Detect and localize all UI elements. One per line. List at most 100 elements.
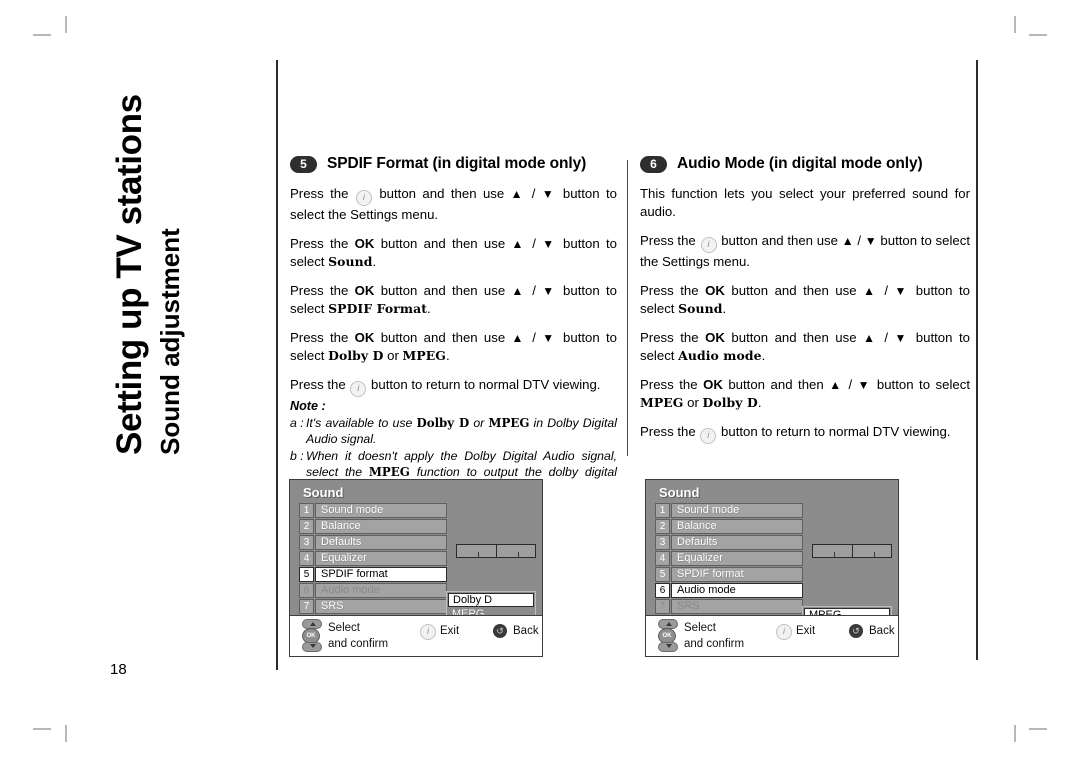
osd-menu-item[interactable]: 6 Audio mode — [299, 583, 447, 598]
section-badge-6: 6 — [640, 155, 667, 173]
osd-menu-item-label: Balance — [315, 519, 447, 534]
footer-select-text: Select — [328, 622, 360, 634]
osd-menu-item-number: 2 — [299, 519, 314, 534]
content-left-rule — [276, 60, 278, 670]
note-item: a : It's available to use Dolby D or MPEG… — [290, 415, 617, 448]
instruction-paragraph: Press the i button and then use ▲ / ▼ bu… — [290, 186, 617, 222]
osd-right-level-slider — [812, 544, 892, 558]
osd-menu-item[interactable]: 6 Audio mode — [655, 583, 803, 598]
footer-select-text: Select — [684, 622, 716, 634]
slider-segment-left — [813, 545, 853, 557]
osd-menu-item-number: 3 — [299, 535, 314, 550]
osd-menu-item-label: Audio mode — [315, 583, 447, 598]
osd-right-footer-back: Back — [869, 625, 895, 637]
osd-menu-item-label: Defaults — [671, 535, 803, 550]
info-icon: i — [420, 624, 436, 640]
osd-menu-item-number: 6 — [299, 583, 314, 598]
osd-menu-item[interactable]: 5 SPDIF format — [299, 567, 447, 582]
osd-menu-item-number: 7 — [655, 599, 670, 614]
osd-menu-item[interactable]: 3 Defaults — [655, 535, 803, 550]
osd-right-menu-list: 1 Sound mode 2 Balance 3 Defaults 4 Equalizer 5 S… — [655, 503, 803, 631]
osd-menu-item[interactable]: 4 Equalizer — [299, 551, 447, 566]
footer-confirm-text: and confirm — [684, 637, 745, 650]
instruction-paragraph: Press the OK button and then use ▲ / ▼ b… — [290, 282, 617, 316]
osd-menu-item-label: SPDIF format — [315, 567, 447, 582]
chapter-subtitle: Sound adjustment — [155, 228, 186, 455]
osd-menu-item[interactable]: 7 SRS — [299, 599, 447, 614]
info-icon: i — [776, 624, 792, 640]
osd-menu-item-number: 1 — [299, 503, 314, 518]
osd-menu-item-number: 4 — [655, 551, 670, 566]
section-spdif-format: 5 SPDIF Format (in digital mode only) Pr… — [290, 155, 617, 497]
osd-right-body: 1 Sound mode 2 Balance 3 Defaults 4 Equalizer 5 S… — [646, 503, 898, 638]
osd-left-menu-list: 1 Sound mode 2 Balance 3 Defaults 4 Equalizer 5 S… — [299, 503, 447, 631]
osd-menu-item-label: Balance — [671, 519, 803, 534]
back-icon: ↺ — [849, 624, 863, 638]
info-button-icon: i — [700, 427, 717, 444]
crop-mark-bottom-left-h — [33, 728, 51, 730]
instruction-paragraph: Press the i button to return to normal D… — [640, 423, 970, 444]
osd-menu-item-number: 2 — [655, 519, 670, 534]
osd-popup-option[interactable]: Dolby D — [448, 593, 534, 607]
chapter-title-main: Setting up TV stations — [110, 94, 149, 455]
slider-segment-right — [497, 545, 536, 557]
osd-menu-item[interactable]: 1 Sound mode — [299, 503, 447, 518]
nav-pad-icon: OK — [656, 619, 678, 652]
osd-menu-item[interactable]: 4 Equalizer — [655, 551, 803, 566]
crop-mark-top-right-h — [1029, 34, 1047, 36]
arrow-down-icon — [658, 642, 678, 652]
section-heading-audio: 6 Audio Mode (in digital mode only) — [640, 155, 970, 173]
instruction-paragraph: Press the OK button and then use ▲ / ▼ b… — [640, 282, 970, 316]
osd-menu-item[interactable]: 5 SPDIF format — [655, 567, 803, 582]
instruction-paragraph: Press the OK button and then use ▲ / ▼ b… — [640, 329, 970, 363]
crop-mark-bottom-right-v — [1014, 725, 1016, 742]
osd-menu-item-number: 3 — [655, 535, 670, 550]
osd-screenshot-spdif: Sound 1 Sound mode 2 Balance 3 Defaults 4 Equal… — [289, 479, 543, 657]
instruction-paragraph: Press the OK button and then use ▲ / ▼ b… — [290, 235, 617, 269]
osd-left-title: Sound — [303, 485, 344, 500]
osd-menu-item[interactable]: 2 Balance — [299, 519, 447, 534]
osd-menu-item-label: Sound mode — [315, 503, 447, 518]
slider-segment-left — [457, 545, 497, 557]
back-icon: ↺ — [493, 624, 507, 638]
osd-right-footer: OK Select and confirm i Exit ↺ Back — [646, 615, 898, 656]
info-button-icon: i — [355, 190, 372, 206]
osd-menu-item-number: 5 — [299, 567, 314, 582]
osd-menu-item[interactable]: 7 SRS — [655, 599, 803, 614]
slider-segment-right — [853, 545, 892, 557]
osd-menu-item-label: SRS — [671, 599, 803, 614]
crop-mark-top-left-v — [65, 16, 67, 33]
section-badge-5: 5 — [290, 155, 317, 173]
note-item-text: It's available to use Dolby D or MPEG in… — [306, 415, 617, 447]
osd-menu-item-number: 7 — [299, 599, 314, 614]
osd-menu-item[interactable]: 1 Sound mode — [655, 503, 803, 518]
osd-left-level-slider — [456, 544, 536, 558]
osd-left-footer-select: Select and confirm — [328, 621, 388, 652]
instruction-paragraph: Press the i button to return to normal D… — [290, 376, 617, 397]
note-heading-spdif: Note : — [290, 398, 326, 413]
crop-mark-top-left-h — [33, 34, 51, 36]
crop-mark-bottom-right-h — [1029, 728, 1047, 730]
osd-left-footer-back: Back — [513, 625, 539, 637]
info-button-icon: i — [700, 236, 717, 253]
page-number: 18 — [110, 661, 127, 678]
instruction-paragraph: Press the OK button and then ▲ / ▼ butto… — [640, 376, 971, 410]
osd-menu-item-number: 4 — [299, 551, 314, 566]
section-body-spdif: Press the i button and then use ▲ / ▼ bu… — [290, 185, 617, 397]
note-item-label: a : — [290, 415, 304, 430]
osd-menu-item[interactable]: 3 Defaults — [299, 535, 447, 550]
osd-menu-item-label: Sound mode — [671, 503, 803, 518]
section-audio-mode: 6 Audio Mode (in digital mode only) This… — [640, 155, 970, 444]
osd-menu-item[interactable]: 2 Balance — [655, 519, 803, 534]
osd-left-body: 1 Sound mode 2 Balance 3 Defaults 4 Equalizer 5 S… — [290, 503, 542, 630]
osd-menu-item-label: SPDIF format — [671, 567, 803, 582]
content-right-rule — [976, 60, 978, 660]
instruction-paragraph: This function lets you select your prefe… — [640, 186, 970, 219]
section-body-audio: This function lets you select your prefe… — [640, 185, 970, 444]
osd-right-footer-exit: Exit — [796, 625, 816, 637]
osd-left-footer-exit: Exit — [440, 625, 460, 637]
osd-right-footer-select: Select and confirm — [684, 621, 744, 652]
arrow-down-icon — [302, 642, 322, 652]
footer-confirm-text: and confirm — [328, 637, 389, 650]
section-title-spdif: SPDIF Format (in digital mode only) — [327, 155, 587, 172]
